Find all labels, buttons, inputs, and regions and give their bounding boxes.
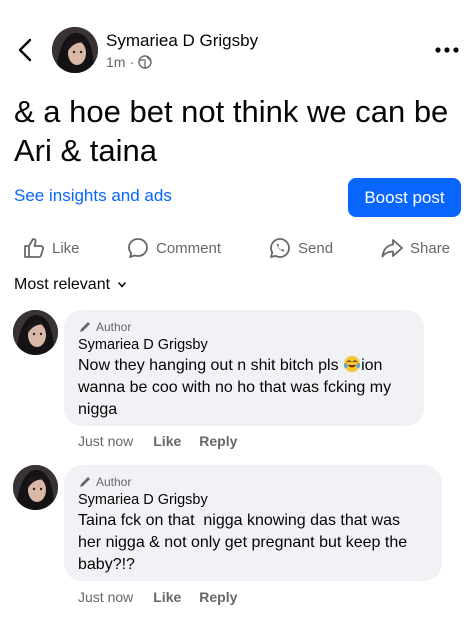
- post-header: Symariea D Grigsby 1m ·: [0, 0, 474, 90]
- comment-sort-dropdown[interactable]: Most relevant: [14, 276, 126, 294]
- commenter-name[interactable]: Symariea D Grigsby: [78, 492, 208, 508]
- whatsapp-icon: [270, 238, 290, 258]
- chevron-down-icon: [118, 282, 126, 288]
- comment-line-suffix: ion: [361, 357, 383, 374]
- thumbs-up-icon: [24, 238, 45, 258]
- author-badge-label: Author: [96, 475, 132, 489]
- comment-line: Now they hanging out n shit bitch pls: [78, 357, 339, 374]
- comment-like-button[interactable]: Like: [153, 433, 181, 449]
- globe-icon[interactable]: [138, 55, 152, 69]
- author-name[interactable]: Symariea D Grigsby: [106, 31, 258, 51]
- share-label: Share: [410, 239, 451, 257]
- comment-actions: Just now Like Reply: [78, 589, 237, 605]
- boost-post-button[interactable]: Boost post: [348, 178, 461, 217]
- back-button[interactable]: [12, 34, 40, 66]
- comment-line: her nigga & not only get pregnant but ke…: [78, 534, 408, 551]
- comment-line: baby?!?: [78, 556, 135, 573]
- pen-icon: [80, 477, 90, 487]
- send-button[interactable]: Send: [268, 233, 333, 263]
- comment-reply-button[interactable]: Reply: [199, 589, 237, 605]
- comment-actions: Just now Like Reply: [78, 433, 237, 449]
- chevron-left-icon: [18, 38, 32, 62]
- tears-of-joy-emoji-icon: [344, 356, 361, 372]
- commenter-avatar[interactable]: [13, 465, 58, 510]
- author-avatar[interactable]: [52, 27, 98, 73]
- comment-button[interactable]: Comment: [126, 233, 221, 263]
- comment-text: Taina fck on that nigga knowing das that…: [78, 510, 407, 576]
- comment-line: Taina fck on that nigga knowing das that…: [78, 512, 400, 529]
- share-arrow-icon: [381, 239, 403, 258]
- send-label: Send: [298, 239, 334, 257]
- comment-bubble-icon: [128, 238, 148, 258]
- meta-separator: ·: [129, 54, 135, 70]
- comment-like-button[interactable]: Like: [153, 589, 181, 605]
- comment-time: Just now: [78, 433, 134, 449]
- comment-text: Now they hanging out n shit bitch pls io…: [78, 355, 391, 421]
- comment-line: nigga: [78, 401, 118, 418]
- comment-label: Comment: [156, 239, 222, 257]
- author-badge-label: Author: [96, 320, 132, 334]
- see-insights-link[interactable]: See insights and ads: [14, 186, 172, 206]
- comment-bubble: Author Symariea D Grigsby Now they hangi…: [64, 310, 424, 426]
- post-meta: 1m ·: [106, 54, 152, 70]
- author-badge: Author: [78, 320, 131, 334]
- commenter-avatar[interactable]: [13, 310, 58, 355]
- post-actions-bar: Like Comment Send Share: [0, 233, 474, 263]
- post-text: & a hoe bet not think we can be Ari & ta…: [14, 94, 449, 168]
- sort-label: Most relevant: [14, 276, 111, 293]
- comment-bubble: Author Symariea D Grigsby Taina fck on t…: [64, 465, 442, 581]
- more-horizontal-icon: [435, 47, 459, 53]
- more-options-button[interactable]: [432, 40, 462, 60]
- post-time: 1m: [106, 54, 126, 70]
- comment-reply-button[interactable]: Reply: [199, 433, 237, 449]
- author-badge: Author: [78, 475, 131, 489]
- pen-icon: [80, 322, 90, 332]
- comment-time: Just now: [78, 589, 134, 605]
- like-button[interactable]: Like: [22, 233, 80, 263]
- commenter-name[interactable]: Symariea D Grigsby: [78, 337, 208, 353]
- comment-line: wanna be coo with no ho that was fcking …: [78, 379, 392, 396]
- like-label: Like: [52, 239, 80, 257]
- share-button[interactable]: Share: [380, 233, 450, 263]
